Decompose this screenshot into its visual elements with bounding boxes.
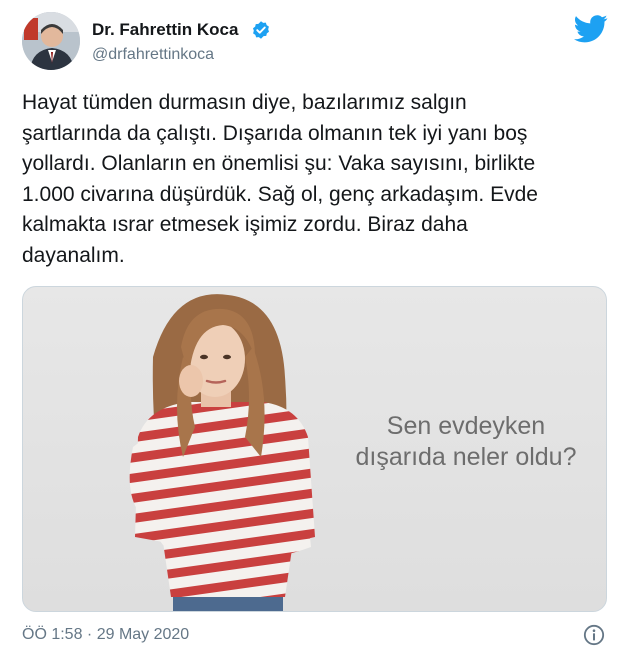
tweet-text: Hayat tümden durmasın diye, bazılarımız … <box>22 91 538 267</box>
media-caption: Sen evdeyken dışarıda neler oldu? <box>341 411 591 473</box>
verified-badge-icon <box>253 21 269 39</box>
caption-line-1: Sen evdeyken <box>386 412 546 440</box>
info-icon[interactable] <box>583 624 605 646</box>
tweet-timestamp[interactable]: ÖÖ 1:58 · 29 May 2020 <box>22 626 189 644</box>
tweet-card: Dr. Fahrettin Koca @drfahrettinkoca Haya… <box>0 0 632 659</box>
caption-line-2: dışarıda neler oldu? <box>355 443 577 471</box>
avatar[interactable] <box>22 12 80 70</box>
avatar-photo <box>22 12 80 70</box>
tweet-media-image[interactable]: Sen evdeyken dışarıda neler oldu? <box>22 286 607 612</box>
twitter-bird-icon[interactable] <box>574 14 608 44</box>
author-name[interactable]: Dr. Fahrettin Koca <box>92 20 238 40</box>
author-handle[interactable]: @drfahrettinkoca <box>92 46 214 64</box>
